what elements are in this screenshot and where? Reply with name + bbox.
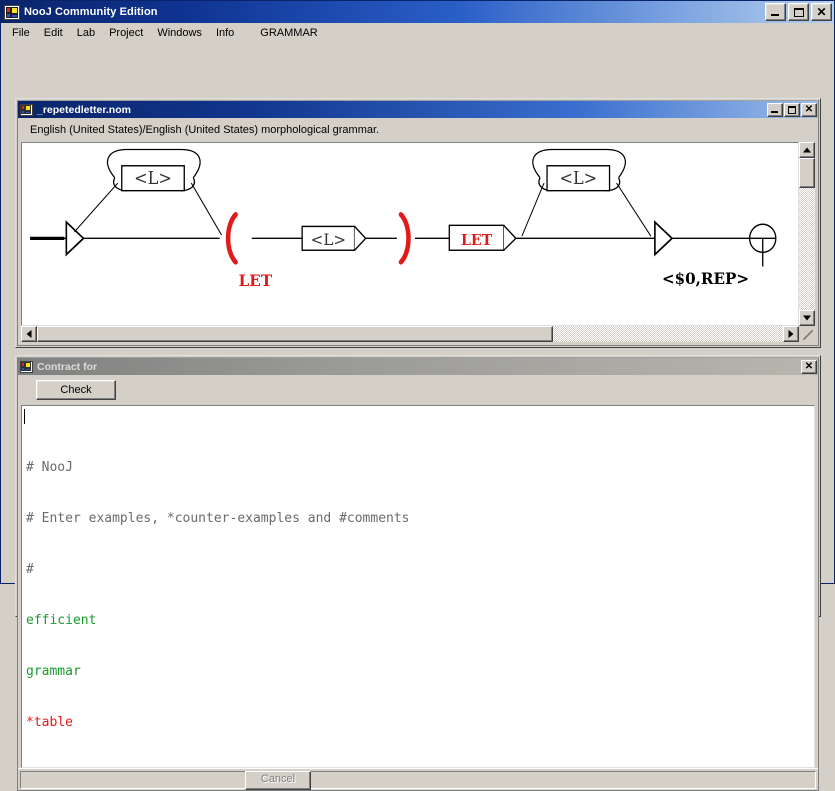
main-application-window: NooJ Community Edition ✕ File Edit Lab P… [0, 0, 835, 791]
contract-window-titlebar: Contract for ✕ [18, 358, 818, 375]
page-title: NooJ Community Edition [24, 6, 158, 18]
editor-line: # [26, 562, 34, 577]
grammar-graph-svg: <L> LET <L> LET <L> <$0,REP> [30, 148, 777, 290]
editor-line: # Enter examples, *counter-examples and … [26, 511, 410, 526]
chevron-left-icon [26, 330, 32, 338]
editor-wrapper: # NooJ # Enter examples, *counter-exampl… [21, 405, 815, 768]
grammar-canvas-wrapper: <L> LET <L> LET <L> <$0,REP> [21, 142, 815, 342]
scroll-thumb-vertical[interactable] [799, 158, 815, 188]
minimize-button[interactable] [765, 3, 786, 21]
svg-text:<L>: <L> [559, 168, 597, 189]
grammar-close-button[interactable]: ✕ [801, 102, 817, 117]
window-controls: ✕ [765, 3, 832, 21]
menu-item-windows[interactable]: Windows [150, 25, 209, 41]
svg-text:<$0,REP>: <$0,REP> [662, 268, 749, 288]
svg-text:<L>: <L> [311, 229, 346, 249]
status-panel-left [20, 770, 248, 789]
text-caret [24, 409, 25, 424]
editor-line: grammar [26, 664, 81, 679]
graph-node-LET-box: LET [448, 224, 517, 251]
graph-node-output: <$0,REP> [654, 220, 749, 288]
grammar-child-window: _repetedletter.nom ✕ English (United Sta… [15, 98, 821, 348]
main-titlebar: NooJ Community Edition ✕ [1, 1, 834, 23]
contract-toolbar: Check [18, 375, 818, 405]
editor-line: *table [26, 715, 73, 730]
scroll-right-button[interactable] [783, 326, 799, 342]
maximize-button[interactable] [788, 3, 809, 21]
graph-node-close-paren [398, 212, 411, 265]
menubar: File Edit Lab Project Windows Info GRAMM… [1, 23, 834, 42]
menu-item-lab[interactable]: Lab [70, 25, 102, 41]
nooj-app-icon [4, 4, 20, 20]
graph-node-initial [65, 220, 85, 257]
svg-text:LET: LET [239, 270, 273, 290]
graph-node-terminal [748, 223, 777, 267]
graph-node-open-paren: LET [225, 212, 273, 290]
scroll-track-horizontal[interactable] [37, 326, 783, 342]
scroll-left-button[interactable] [21, 326, 37, 342]
contract-close-button[interactable]: ✕ [801, 359, 817, 374]
mdi-client-area: _repetedletter.nom ✕ English (United Sta… [1, 42, 834, 791]
check-button[interactable]: Check [36, 380, 116, 400]
graph-node-loop-L-1: <L> [121, 165, 185, 192]
examples-editor[interactable]: # NooJ # Enter examples, *counter-exampl… [21, 405, 815, 768]
close-button[interactable]: ✕ [811, 3, 832, 21]
scroll-track-vertical[interactable] [799, 158, 815, 310]
scroll-thumb-horizontal[interactable] [37, 326, 553, 342]
chevron-down-icon [803, 315, 811, 321]
grammar-window-titlebar: _repetedletter.nom ✕ [18, 101, 818, 118]
svg-text:LET: LET [461, 231, 492, 249]
grammar-description: English (United States)/English (United … [30, 124, 380, 136]
grammar-vertical-scrollbar[interactable] [799, 142, 815, 326]
chevron-right-icon [788, 330, 794, 338]
contract-window-title: Contract for [37, 360, 98, 373]
editor-line: efficient [26, 613, 97, 628]
graph-node-L-mid: <L> [301, 225, 367, 251]
menu-item-edit[interactable]: Edit [37, 25, 70, 41]
menu-item-file[interactable]: File [5, 25, 37, 41]
grammar-graph-canvas[interactable]: <L> LET <L> LET <L> <$0,REP> [21, 142, 799, 326]
grammar-horizontal-scrollbar[interactable] [21, 326, 815, 342]
scrollbar-corner-grip [799, 326, 815, 342]
svg-text:<L>: <L> [134, 168, 172, 189]
menu-item-grammar[interactable]: GRAMMAR [253, 25, 324, 41]
grammar-minimize-button[interactable] [767, 102, 783, 117]
editor-line: # NooJ [26, 460, 73, 475]
cancel-button[interactable]: Cancel [245, 770, 311, 790]
grammar-maximize-button[interactable] [784, 102, 800, 117]
contract-statusbar: Cancel [18, 768, 818, 790]
graph-node-loop-L-2: <L> [546, 165, 611, 192]
chevron-up-icon [803, 147, 811, 153]
grammar-window-icon [20, 103, 33, 116]
scroll-down-button[interactable] [799, 310, 815, 326]
scroll-up-button[interactable] [799, 142, 815, 158]
contract-child-window: Contract for ✕ Check # NooJ # Enter exam… [15, 355, 821, 791]
menu-item-project[interactable]: Project [102, 25, 150, 41]
status-panel-right: Cancel [245, 770, 816, 790]
contract-window-icon [20, 360, 33, 373]
menu-item-info[interactable]: Info [209, 25, 241, 41]
grammar-window-title: _repetedletter.nom [37, 103, 131, 116]
